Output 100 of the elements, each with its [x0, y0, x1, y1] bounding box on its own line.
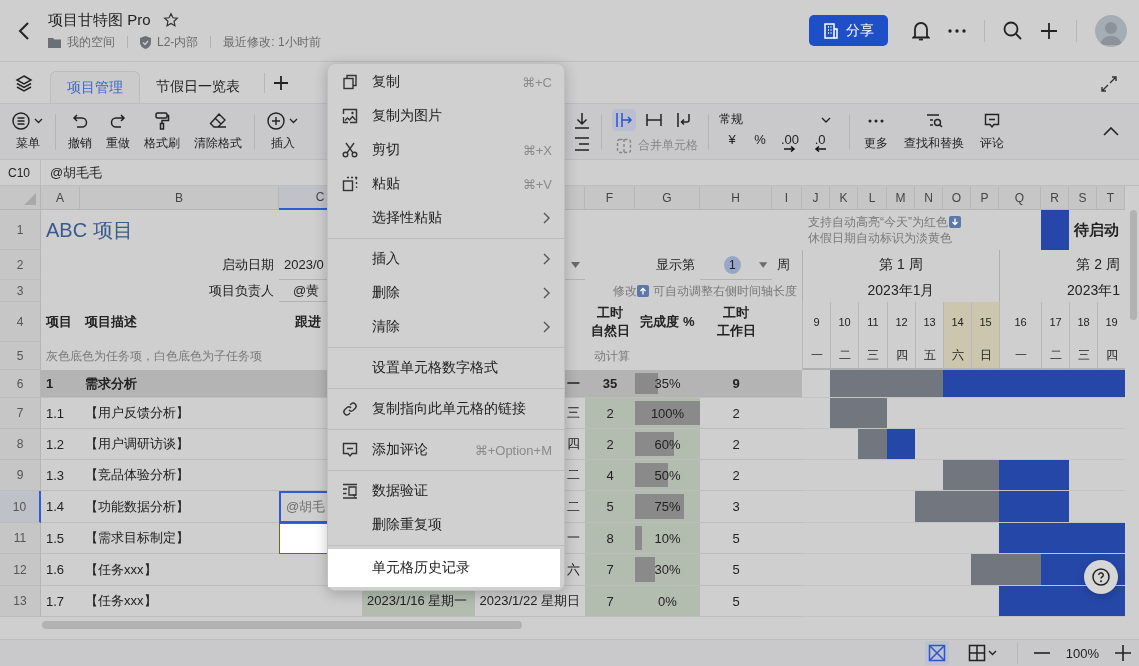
note-text: 可自动调整右侧时间轴长度	[653, 282, 797, 300]
date-cell: 17	[1041, 302, 1069, 342]
menu-item[interactable]: 单元格历史记录	[328, 549, 560, 587]
collapse-icon[interactable]	[1103, 127, 1119, 136]
align-bottom-icon[interactable]	[573, 111, 591, 130]
row-header[interactable]: 12	[0, 554, 41, 586]
gantt-bar-segment	[943, 460, 971, 490]
row-header[interactable]: 7	[0, 398, 41, 429]
column-header[interactable]: S	[1069, 186, 1097, 210]
column-header[interactable]: G	[635, 186, 700, 210]
column-header[interactable]: H	[700, 186, 772, 210]
percent-text: 10%	[654, 530, 681, 546]
dropdown-caret-icon[interactable]	[571, 261, 580, 268]
formula-value[interactable]: @胡毛毛	[41, 163, 103, 182]
share-button[interactable]: 分享	[809, 15, 888, 46]
row-header[interactable]: 4	[0, 302, 41, 342]
clip-text-icon	[645, 111, 663, 129]
column-header[interactable]: T	[1097, 186, 1125, 210]
table-cell: 8	[585, 523, 635, 554]
toolbar-button[interactable]: 撤销	[64, 111, 96, 152]
back-icon[interactable]	[18, 20, 30, 41]
gridlines-icon	[967, 644, 998, 662]
sheet-tab[interactable]: 项目管理	[50, 71, 140, 103]
gantt-bar-segment	[830, 370, 858, 397]
shortcut-text: ⌘+V	[522, 176, 552, 192]
expand-icon[interactable]	[1101, 76, 1117, 92]
toolbar-button[interactable]: 插入	[263, 111, 302, 152]
menu-item[interactable]: 插入	[328, 242, 564, 276]
menu-item[interactable]: 剪切 ⌘+X	[328, 133, 564, 167]
zoom-level[interactable]: 100%	[1065, 645, 1099, 661]
column-header[interactable]: F	[585, 186, 635, 210]
align-lines-icon[interactable]	[573, 135, 591, 152]
percent-text: 60%	[654, 436, 681, 452]
toolbar-button[interactable]: 查找和替换	[900, 111, 968, 152]
table-cell: 5	[700, 586, 772, 617]
column-header[interactable]: L	[858, 186, 887, 210]
redo-icon	[110, 112, 126, 129]
week-number-badge[interactable]: 1	[724, 255, 741, 274]
row-header[interactable]: 1	[0, 210, 41, 250]
dropdown-caret-icon[interactable]	[758, 261, 767, 268]
layers-icon[interactable]	[15, 73, 33, 92]
menu-item[interactable]: 清除	[328, 310, 564, 344]
column-header[interactable]: Q	[999, 186, 1041, 210]
number-format-button[interactable]: .0	[813, 134, 828, 152]
row-header[interactable]: 6	[0, 370, 41, 398]
toolbar-button[interactable]: 评论	[976, 111, 1008, 152]
number-format-button[interactable]: ¥	[725, 134, 739, 152]
menu-item[interactable]: 复制为图片	[328, 99, 564, 133]
scrollbar-thumb[interactable]	[1130, 210, 1137, 320]
sheet-tab[interactable]: 节假日一览表	[140, 71, 256, 103]
number-format-dropdown[interactable]: 常规	[719, 111, 831, 128]
row-header[interactable]: 8	[0, 429, 41, 460]
row-header[interactable]: 11	[0, 523, 41, 554]
column-title: 跟进	[295, 313, 321, 331]
column-header[interactable]: R	[1041, 186, 1069, 210]
star-icon[interactable]	[162, 12, 179, 28]
add-sheet-icon[interactable]	[273, 74, 289, 91]
gantt-bar-segment	[830, 398, 858, 428]
date-cell: 19	[1097, 302, 1125, 342]
row-header[interactable]: 5	[0, 342, 41, 370]
table-cell: 2	[700, 460, 772, 491]
column-header[interactable]: P	[971, 186, 999, 210]
column-header[interactable]: N	[915, 186, 943, 210]
data-validation-icon	[342, 483, 358, 499]
number-format-button[interactable]: %	[753, 134, 767, 152]
column-header[interactable]: I	[772, 186, 802, 210]
scissors-icon	[342, 142, 358, 158]
bell-icon[interactable]	[912, 20, 930, 41]
menu-item[interactable]: 复制 ⌘+C	[328, 65, 564, 99]
row-header[interactable]: 2	[0, 250, 41, 280]
table-cell: 1.2	[41, 429, 80, 460]
column-header[interactable]: K	[830, 186, 858, 210]
cell-reference[interactable]: C10	[0, 160, 41, 185]
toolbar-button[interactable]: 菜单	[8, 111, 47, 152]
zoom-in-icon[interactable]	[1115, 645, 1131, 661]
column-header[interactable]: M	[887, 186, 915, 210]
column-header[interactable]: A	[41, 186, 80, 210]
column-header[interactable]: O	[943, 186, 971, 210]
plus-icon[interactable]	[1040, 21, 1058, 40]
gantt-bar-segment	[1097, 370, 1125, 397]
toolbar-button[interactable]: 重做	[102, 111, 134, 152]
column-header[interactable]: J	[802, 186, 830, 210]
row-header[interactable]: 13	[0, 586, 41, 617]
search-icon[interactable]	[1003, 21, 1022, 40]
row-header[interactable]: 10	[0, 491, 41, 523]
toolbar-button[interactable]: 格式刷	[140, 111, 184, 152]
menu-item[interactable]: 删除	[328, 276, 564, 310]
scrollbar-thumb[interactable]	[42, 621, 522, 629]
more-icon[interactable]	[948, 28, 966, 33]
date-cell: 12	[887, 302, 915, 342]
column-header[interactable]: B	[80, 186, 279, 210]
table-cell: 【用户调研访谈】	[80, 429, 279, 460]
table-cell: 需求分析	[80, 370, 279, 398]
start-date-value: 2023/0	[284, 257, 324, 272]
number-format-button[interactable]: .00	[781, 134, 800, 152]
grid-view-button[interactable]	[924, 641, 949, 665]
row-header[interactable]: 3	[0, 280, 41, 302]
row-header[interactable]: 9	[0, 460, 41, 491]
toolbar-button[interactable]: 更多	[860, 111, 892, 152]
toolbar-button[interactable]: 清除格式	[190, 111, 246, 152]
